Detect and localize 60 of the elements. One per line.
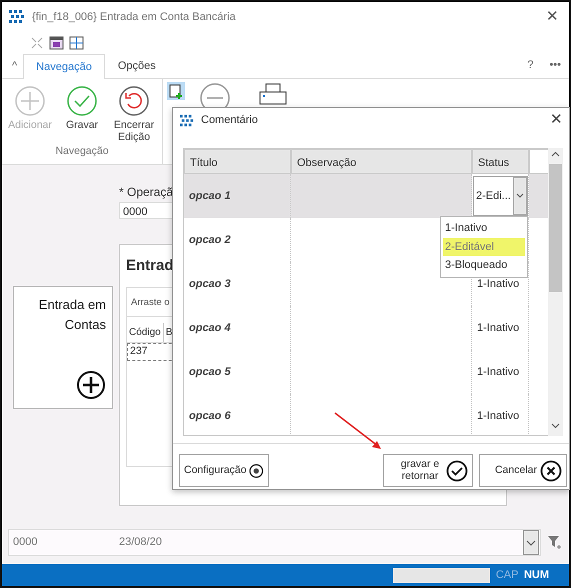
help-button[interactable]: ?: [527, 56, 534, 73]
undo-icon: [118, 85, 150, 117]
calendar-icon[interactable]: [49, 36, 64, 50]
dropdown-option[interactable]: 3-Bloqueado: [443, 256, 525, 274]
scrollbar[interactable]: [548, 148, 563, 436]
column-header[interactable]: Código: [127, 323, 164, 342]
status-combo[interactable]: 2-Edi...: [473, 176, 528, 216]
table-cell-text: 1-Inativo: [477, 320, 520, 336]
status-indicator: NUM: [524, 568, 549, 583]
ribbon-button[interactable]: Encerrar Edição: [108, 79, 160, 144]
grid-icon[interactable]: [69, 36, 84, 50]
app-logo-icon: [8, 9, 26, 25]
app-logo-icon: [179, 114, 195, 128]
dialog-button[interactable]: Configuração: [179, 454, 269, 487]
dialog-button[interactable]: gravar e retornar: [383, 454, 473, 487]
table-cell-text: opcao 6: [189, 408, 231, 424]
column-header[interactable]: Status: [472, 149, 529, 174]
scroll-thumb[interactable]: [549, 164, 562, 292]
dropdown-option[interactable]: 1-Inativo: [443, 219, 525, 238]
field-value: 0000: [12, 534, 38, 550]
annotation-arrow: [332, 410, 384, 452]
caret-icon: [513, 177, 527, 215]
table-cell-text: opcao 4: [189, 320, 231, 336]
table-cell-text: 1-Inativo: [477, 408, 520, 424]
ribbon-button[interactable]: Gravar: [56, 79, 108, 144]
panel-heading: Entrad: [126, 256, 174, 274]
dropdown-button[interactable]: [523, 530, 539, 554]
collapse-ribbon-button[interactable]: ^: [6, 54, 24, 78]
status-indicator: CAP: [496, 568, 518, 583]
column-header[interactable]: Título: [184, 149, 291, 174]
field-value: 23/08/20: [119, 534, 162, 550]
table-cell-text: 1-Inativo: [477, 276, 520, 292]
dropdown-option[interactable]: 2-Editável: [443, 238, 525, 256]
table-cell-text: opcao 5: [189, 364, 231, 380]
close-button[interactable]: ✕: [542, 6, 563, 28]
window-title: {fin_f18_006} Entrada em Conta Bancária: [32, 10, 236, 25]
check-icon: [66, 85, 98, 117]
clipboard-plus-icon[interactable]: [167, 82, 185, 100]
filter-field[interactable]: 0000 23/08/20: [8, 528, 541, 556]
close-button[interactable]: ✕: [550, 109, 563, 132]
table-cell-text: 1-Inativo: [477, 364, 520, 380]
add-icon: [14, 85, 46, 117]
card-title: Entrada em Contas: [38, 296, 106, 334]
ribbon-tab[interactable]: Opções: [104, 52, 169, 78]
check-icon: [446, 460, 468, 482]
dialog-title: Comentário: [201, 113, 258, 128]
group-hint: Arraste o: [131, 296, 170, 308]
filter-icon[interactable]: [547, 534, 563, 550]
column-header[interactable]: Observação: [291, 149, 472, 174]
close-icon: [540, 460, 562, 482]
entry-card[interactable]: Entrada em Contas: [13, 286, 113, 409]
group-label: Navegação: [55, 144, 109, 160]
dialog-button[interactable]: Cancelar: [479, 454, 567, 487]
table-cell-text: opcao 3: [189, 276, 231, 292]
ribbon-tab[interactable]: Navegação: [23, 54, 105, 79]
more-button[interactable]: •••: [549, 56, 561, 73]
table-cell-text: opcao 1: [189, 188, 231, 204]
field-label: * Operaçã: [119, 184, 171, 201]
add-icon[interactable]: [76, 370, 106, 400]
table-cell-text: opcao 2: [189, 232, 231, 248]
